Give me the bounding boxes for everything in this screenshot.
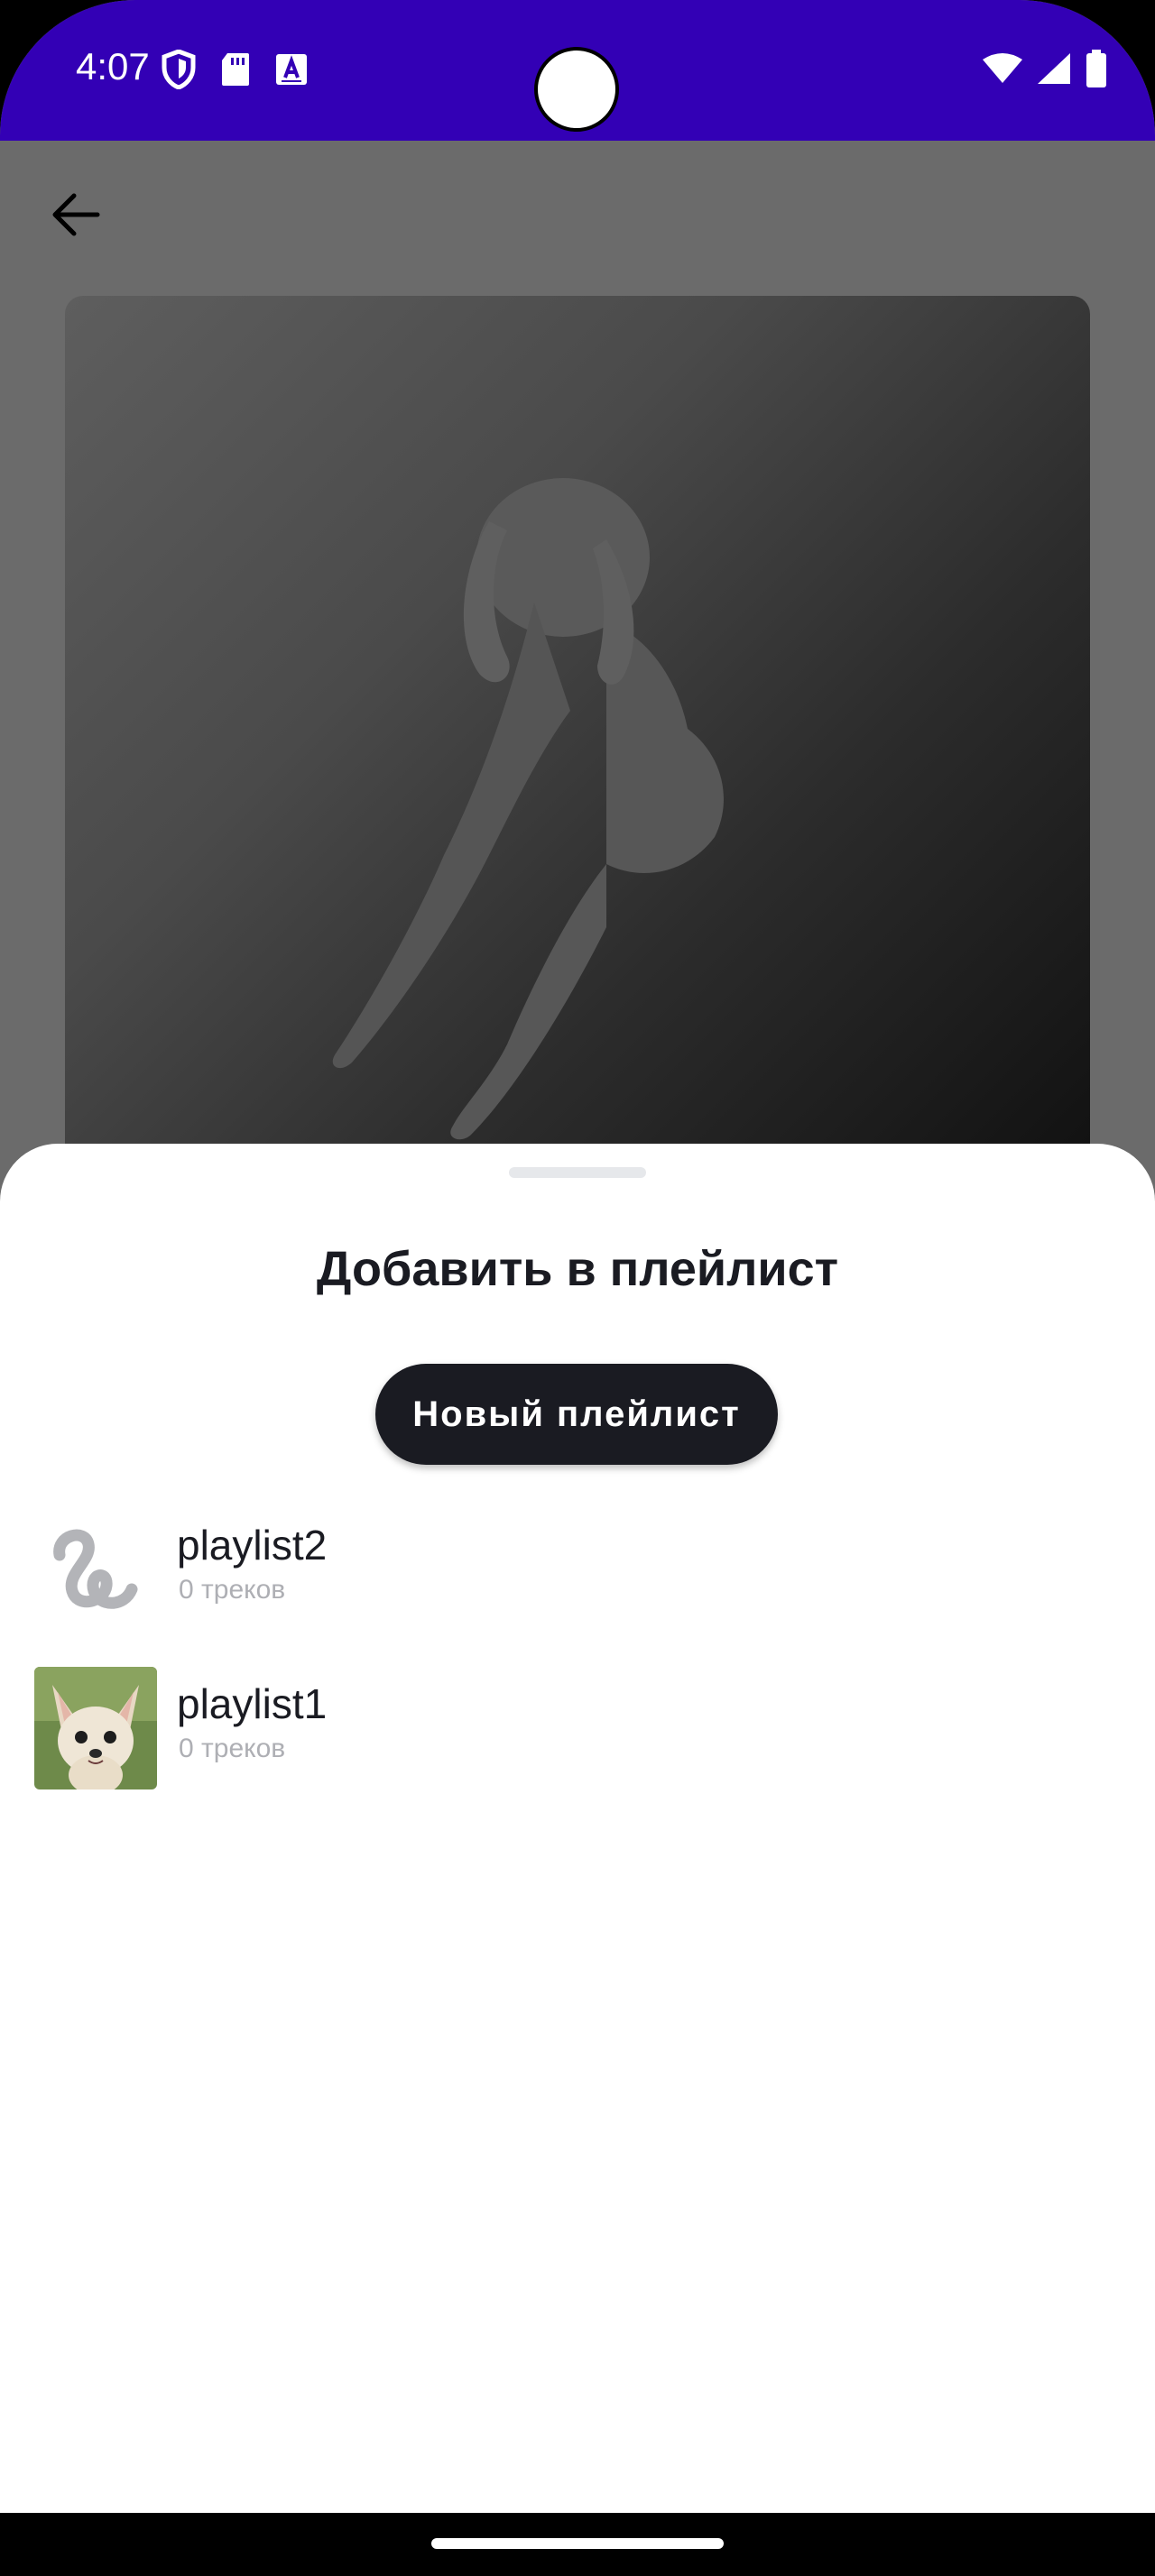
arrow-left-icon [51, 192, 101, 242]
shield-icon [161, 49, 197, 94]
status-bar: 4:07 [0, 0, 1155, 141]
new-playlist-button[interactable]: Новый плейлист [375, 1364, 778, 1465]
drag-handle[interactable] [509, 1167, 646, 1178]
sheet-title: Добавить в плейлист [316, 1242, 839, 1296]
playlist-track-count: 0 треков [179, 1575, 286, 1605]
playlist-item[interactable]: playlist2 0 треков [0, 1506, 1155, 1633]
home-indicator[interactable] [431, 2538, 724, 2549]
sd-card-icon [220, 51, 251, 92]
playlist-track-count: 0 треков [179, 1734, 286, 1763]
playlist-item[interactable]: playlist1 0 треков [0, 1665, 1155, 1791]
signal-icon [1036, 51, 1072, 90]
album-cover [65, 296, 1090, 1198]
keyboard-icon [274, 52, 309, 91]
front-camera [534, 47, 619, 132]
add-to-playlist-sheet: Добавить в плейлист Новый плейлист playl… [0, 1144, 1155, 2515]
playlist-cover-image [34, 1667, 157, 1789]
device-screen: 4:07 Добавить в плейлист Новый плейлист … [0, 0, 1155, 2576]
playlist-name: playlist1 [177, 1680, 328, 1727]
figure-sculpture-image [332, 478, 724, 1140]
playlist-placeholder-icon [34, 1508, 157, 1631]
status-time: 4:07 [76, 45, 150, 87]
battery-icon [1085, 50, 1108, 92]
status-right-icons [982, 50, 1108, 92]
playlist-name: playlist2 [177, 1522, 328, 1569]
wifi-icon [982, 52, 1023, 89]
status-left-icons [161, 49, 309, 94]
back-button[interactable] [40, 180, 112, 253]
